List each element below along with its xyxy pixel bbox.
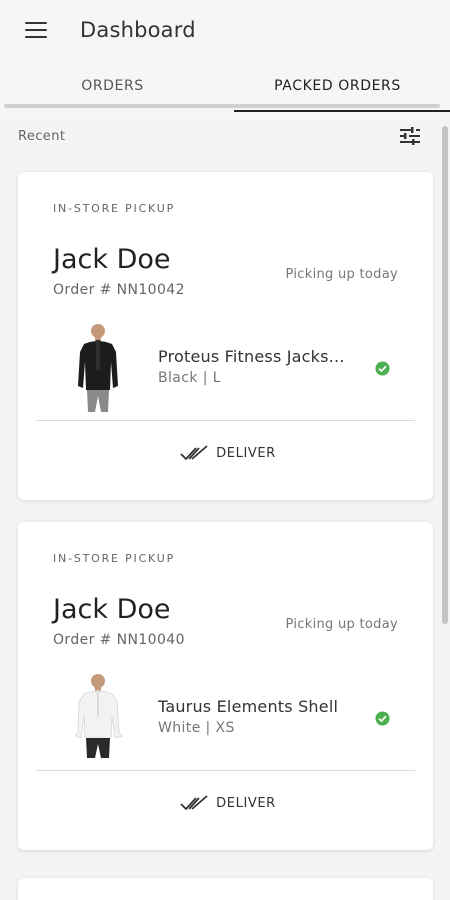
page-title: Dashboard <box>80 18 196 42</box>
order-card[interactable]: IN-STORE PICKUP Jack Doe Order # NN10042… <box>18 172 433 500</box>
product-name: Proteus Fitness Jacks... <box>158 347 345 366</box>
product-thumbnail <box>74 674 123 758</box>
card-divider <box>36 770 415 771</box>
app-header: Dashboard <box>0 0 450 60</box>
fulfillment-type: IN-STORE PICKUP <box>53 552 176 565</box>
list-header: Recent <box>0 114 450 158</box>
double-check-icon <box>180 795 208 811</box>
scrollbar[interactable] <box>442 126 448 624</box>
check-circle-icon <box>375 711 390 726</box>
pickup-status: Picking up today <box>285 267 398 282</box>
hamburger-menu-icon[interactable] <box>25 22 47 38</box>
product-variant: White | XS <box>158 720 235 736</box>
tune-filter-icon[interactable] <box>400 127 420 145</box>
order-number: Order # NN10042 <box>53 282 185 298</box>
order-number: Order # NN10040 <box>53 632 185 648</box>
check-circle-icon <box>375 361 390 376</box>
section-label: Recent <box>18 128 66 144</box>
product-thumbnail <box>78 324 118 412</box>
tab-track <box>4 104 440 108</box>
tab-active-indicator <box>234 110 450 112</box>
deliver-label: DELIVER <box>216 795 276 811</box>
customer-name: Jack Doe <box>53 594 171 625</box>
double-check-icon <box>180 445 208 461</box>
fulfillment-type: IN-STORE PICKUP <box>53 202 176 215</box>
deliver-button[interactable]: DELIVER <box>173 788 283 818</box>
product-variant: Black | L <box>158 370 221 386</box>
card-divider <box>36 420 415 421</box>
customer-name: Jack Doe <box>53 244 171 275</box>
pickup-status: Picking up today <box>285 617 398 632</box>
product-name: Taurus Elements Shell <box>158 697 339 716</box>
order-card[interactable]: IN-STORE PICKUP Jack Doe Order # NN10040… <box>18 522 433 850</box>
deliver-button[interactable]: DELIVER <box>173 438 283 468</box>
order-card-partial[interactable] <box>18 878 433 900</box>
order-list[interactable]: Recent IN-STORE PICKUP Jack Doe Order # … <box>0 114 450 900</box>
deliver-label: DELIVER <box>216 445 276 461</box>
